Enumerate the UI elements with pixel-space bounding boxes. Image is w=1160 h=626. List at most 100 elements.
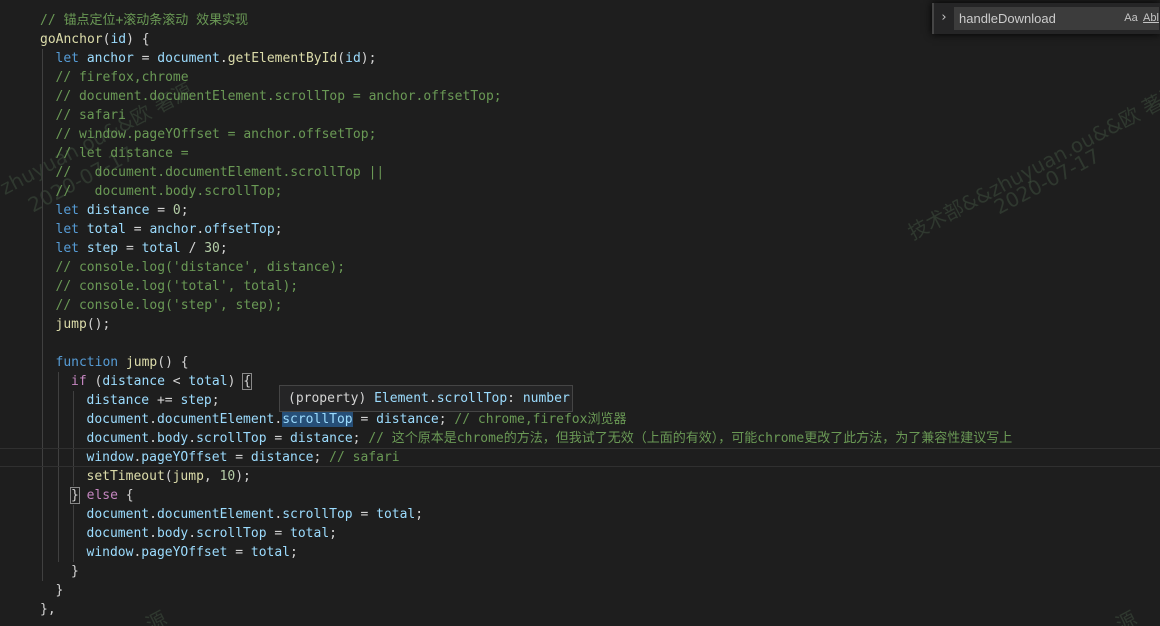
code-line[interactable]: let step = total / 30; (0, 239, 1160, 258)
chevron-right-icon[interactable]: › (937, 10, 951, 26)
code-token: < (164, 374, 189, 389)
code-line[interactable]: jump(); (0, 315, 1160, 334)
code-token: document (157, 51, 220, 66)
code-token: 30 (204, 241, 220, 256)
code-line[interactable]: // console.log('step', step); (0, 296, 1160, 315)
code-line-text: // console.log('total', total); (56, 277, 299, 296)
code-token: . (188, 431, 197, 446)
code-token: else (86, 488, 118, 503)
code-token: step (86, 241, 119, 256)
code-line[interactable]: let distance = 0; (0, 201, 1160, 220)
code-token: distance (86, 393, 150, 408)
code-line[interactable]: // let distance = (0, 144, 1160, 163)
code-token: total (86, 222, 126, 237)
code-line[interactable]: // console.log('distance', distance); (0, 258, 1160, 277)
code-token: () { (157, 355, 189, 370)
code-token: } (55, 583, 64, 598)
code-token: ; (352, 431, 369, 446)
code-line[interactable]: window.pageYOffset = distance; // safari (0, 448, 1160, 467)
code-token: = (227, 450, 251, 465)
code-line[interactable]: window.pageYOffset = total; (0, 543, 1160, 562)
code-token: . (188, 526, 197, 541)
whole-word-toggle[interactable]: Abl (1142, 11, 1160, 26)
code-line[interactable]: } (0, 581, 1160, 600)
code-line[interactable]: // document.documentElement.scrollTop || (0, 163, 1160, 182)
code-token: = (352, 507, 377, 522)
code-token: ( (164, 469, 173, 484)
find-input[interactable]: handleDownload Aa Abl (954, 7, 1159, 30)
code-token: documentElement (156, 507, 275, 522)
code-line[interactable]: // document.body.scrollTop; (0, 182, 1160, 201)
code-token: scrollTop (282, 412, 353, 427)
code-line-text: distance += step; (87, 391, 220, 410)
code-token: jump (55, 317, 87, 332)
code-line[interactable]: document.documentElement.scrollTop = tot… (0, 505, 1160, 524)
code-line-text: // document.documentElement.scrollTop || (56, 163, 385, 182)
code-line[interactable]: setTimeout(jump, 10); (0, 467, 1160, 486)
code-token: . (274, 507, 283, 522)
code-line-text: goAnchor(id) { (40, 30, 150, 49)
code-token: ; (415, 507, 424, 522)
code-token: body (156, 431, 189, 446)
code-line[interactable]: // firefox,chrome (0, 68, 1160, 87)
match-case-toggle[interactable]: Aa (1122, 11, 1140, 26)
code-line[interactable]: let total = anchor.offsetTop; (0, 220, 1160, 239)
tooltip-token: Element (374, 391, 429, 406)
code-token: distance (86, 203, 150, 218)
code-editor[interactable]: zhuyuan.ou&&欧 著源 2020-07-17 技术部&&zhuyuan.o… (0, 0, 1160, 626)
code-line[interactable]: // safari (0, 106, 1160, 125)
code-token: ) (227, 374, 244, 389)
code-line[interactable]: } (0, 562, 1160, 581)
code-token: . (149, 507, 157, 522)
code-line-text: // 锚点定位+滚动条滚动 效果实现 (40, 11, 248, 30)
code-line[interactable]: }, (0, 600, 1160, 619)
code-token: // console.log('step', step); (55, 298, 283, 313)
code-token: setTimeout (86, 469, 165, 484)
code-token: window (86, 545, 134, 560)
code-line-text: // console.log('distance', distance); (56, 258, 346, 277)
code-token: jump (172, 469, 204, 484)
code-token: let (55, 51, 79, 66)
tooltip-token: : (507, 391, 523, 406)
code-token: ; (313, 450, 330, 465)
code-line-text: document.body.scrollTop = total; (87, 524, 338, 543)
tooltip-token: (property) (288, 391, 375, 406)
code-line-text: let anchor = document.getElementById(id)… (56, 49, 377, 68)
code-token: ; (274, 222, 283, 237)
code-line[interactable]: document.body.scrollTop = distance; // 这… (0, 429, 1160, 448)
code-token: = (266, 526, 291, 541)
code-token: distance (250, 450, 314, 465)
code-token: jump (125, 355, 158, 370)
code-token: document (86, 507, 150, 522)
code-token: // safari (329, 450, 400, 465)
code-line[interactable]: let anchor = document.getElementById(id)… (0, 49, 1160, 68)
code-token: // document.documentElement.scrollTop || (55, 165, 385, 180)
code-token: // document.documentElement.scrollTop = … (55, 89, 502, 104)
code-line[interactable]: } else { (0, 486, 1160, 505)
code-line[interactable]: document.documentElement.scrollTop = dis… (0, 410, 1160, 429)
code-line[interactable]: document.body.scrollTop = total; (0, 524, 1160, 543)
code-line[interactable]: // document.documentElement.scrollTop = … (0, 87, 1160, 106)
code-token: // firefox,chrome (55, 70, 189, 85)
code-line[interactable]: function jump() { (0, 353, 1160, 372)
code-line[interactable]: distance += step; (0, 391, 1160, 410)
code-line[interactable]: // window.pageYOffset = anchor.offsetTop… (0, 125, 1160, 144)
code-token: total (376, 507, 416, 522)
code-line[interactable]: // console.log('total', total); (0, 277, 1160, 296)
code-token: let (55, 241, 79, 256)
code-line-text: if (distance < total) { (71, 372, 253, 391)
code-token: scrollTop (196, 526, 267, 541)
code-token: ); (360, 51, 377, 66)
code-line-text: document.body.scrollTop = distance; // 这… (87, 429, 1013, 448)
code-line[interactable] (0, 334, 1160, 353)
code-token: ( (337, 51, 346, 66)
code-line[interactable]: if (distance < total) { (0, 372, 1160, 391)
find-input-value: handleDownload (959, 11, 1056, 26)
code-token: // document.body.scrollTop; (55, 184, 283, 199)
code-token: . (149, 526, 157, 541)
code-line-text: document.documentElement.scrollTop = dis… (87, 410, 626, 429)
code-line-text: let step = total / 30; (56, 239, 228, 258)
